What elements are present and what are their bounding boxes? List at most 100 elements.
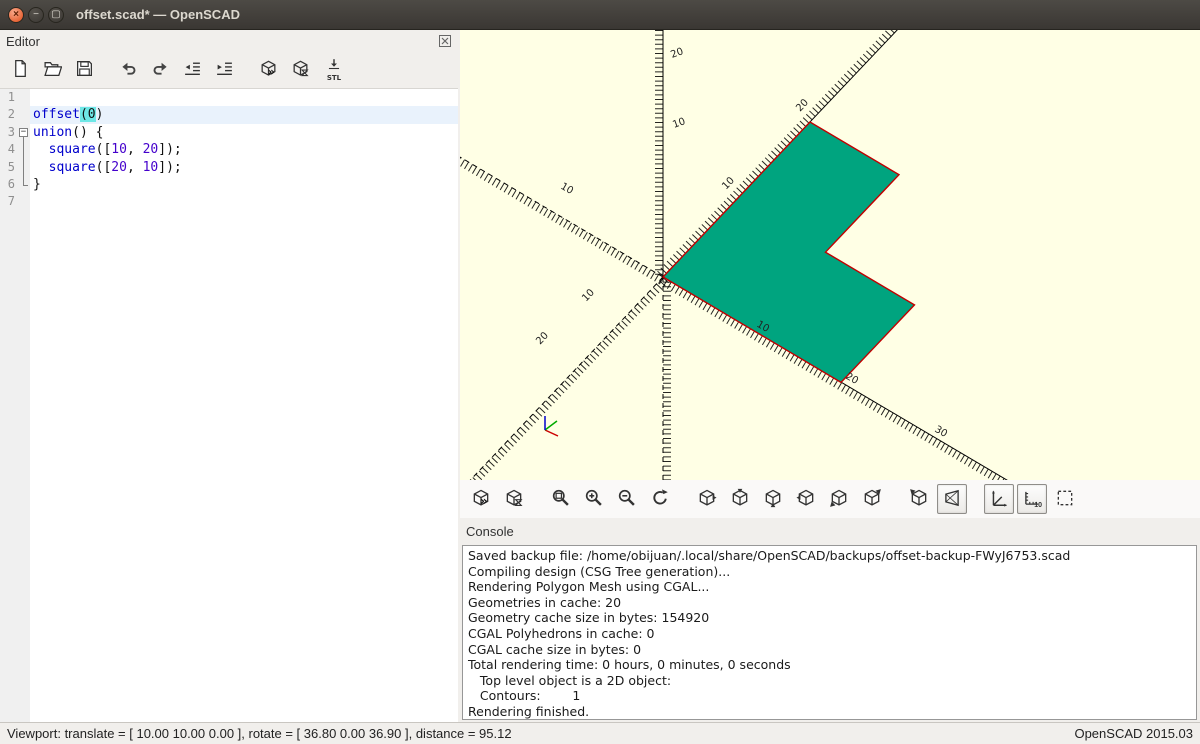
code-text: union() { bbox=[33, 124, 104, 140]
editor-panel: Editor » STL 1 2 offset(0) 3− union() {4 squ… bbox=[0, 30, 458, 722]
fold-marker-icon[interactable]: − bbox=[19, 127, 28, 137]
export-stl-button[interactable]: STL bbox=[318, 56, 350, 84]
show-axes-button[interactable] bbox=[984, 484, 1014, 514]
code-line[interactable]: 5 square([20, 10]); bbox=[0, 158, 458, 177]
view-back-button[interactable] bbox=[857, 484, 887, 514]
console-line: Top level object is a 2D object: bbox=[468, 672, 672, 688]
view-top-icon bbox=[730, 488, 750, 511]
console-dock-title: Console bbox=[466, 523, 514, 539]
export-stl-label: STL bbox=[326, 74, 342, 82]
zoom-out-button[interactable] bbox=[612, 484, 642, 514]
view-right-icon bbox=[697, 488, 717, 511]
vp-preview-button[interactable]: » bbox=[466, 484, 496, 514]
code-text: square([10, 20]); bbox=[48, 142, 182, 158]
editor-dock-header: Editor bbox=[0, 30, 458, 52]
line-number: 6 bbox=[7, 176, 15, 191]
view-front-icon bbox=[829, 488, 849, 511]
view-diagonal-button[interactable] bbox=[904, 484, 934, 514]
redo-icon bbox=[151, 59, 170, 81]
console-line: Geometries in cache: 20 bbox=[468, 594, 622, 610]
code-line[interactable]: 2 offset(0) bbox=[0, 106, 458, 124]
open-file-icon bbox=[43, 59, 62, 81]
view-left-button[interactable] bbox=[791, 484, 821, 514]
svg-text:»: » bbox=[267, 64, 275, 78]
view-right-button[interactable] bbox=[692, 484, 722, 514]
line-number: 1 bbox=[7, 90, 15, 104]
fold-margin bbox=[18, 158, 30, 177]
unindent-icon bbox=[183, 59, 202, 81]
editor-preview-button[interactable]: » bbox=[254, 56, 282, 84]
code-line[interactable]: 4 square([10, 20]); bbox=[0, 141, 458, 159]
vp-render-button[interactable] bbox=[499, 484, 529, 514]
show-crosshairs-icon bbox=[1055, 488, 1075, 511]
unindent-button[interactable] bbox=[178, 56, 206, 84]
right-panel: 10 20 30 10 20 10 20 10 10 20 » 10 Conso… bbox=[460, 30, 1200, 722]
undo-icon bbox=[119, 59, 138, 81]
console-line: Contours: 1 bbox=[468, 688, 581, 704]
console-line: Rendering Polygon Mesh using CGAL... bbox=[468, 579, 710, 595]
redo-button[interactable] bbox=[146, 56, 174, 84]
window-minimize-button[interactable]: − bbox=[28, 6, 44, 23]
indent-icon bbox=[215, 59, 234, 81]
viewport-toolbar: » 10 bbox=[460, 480, 1200, 518]
show-scale-markers-button[interactable]: 10 bbox=[1017, 484, 1047, 514]
console-dock-header: Console bbox=[460, 518, 514, 544]
editor-close-icon[interactable] bbox=[438, 34, 452, 48]
view-left-icon bbox=[796, 488, 816, 511]
reset-view-button[interactable] bbox=[645, 484, 675, 514]
code-line[interactable]: 3− union() { bbox=[0, 124, 458, 142]
code-text: } bbox=[33, 176, 41, 192]
console-line: Geometry cache size in bytes: 154920 bbox=[468, 610, 710, 626]
fold-margin bbox=[18, 106, 30, 123]
line-number: 7 bbox=[7, 194, 15, 209]
save-file-button[interactable] bbox=[70, 56, 98, 84]
view-top-button[interactable] bbox=[725, 484, 755, 514]
render-icon bbox=[504, 488, 524, 511]
scale-markers-label: 10 bbox=[1034, 502, 1042, 509]
viewport-3d[interactable]: 10 20 30 10 20 10 20 10 10 20 bbox=[460, 30, 1200, 480]
console-line: Saved backup file: /home/obijuan/.local/… bbox=[468, 548, 1071, 563]
code-line[interactable]: 1 bbox=[0, 89, 458, 106]
statusbar: Viewport: translate = [ 10.00 10.00 0.00… bbox=[0, 722, 1200, 744]
code-lines: 1 2 offset(0) 3− union() {4 square([10, 20])… bbox=[0, 89, 458, 211]
console-line: CGAL cache size in bytes: 0 bbox=[468, 641, 642, 657]
indent-button[interactable] bbox=[210, 56, 238, 84]
editor-toolbar: » STL bbox=[0, 52, 458, 88]
viewport-canvas[interactable]: 10 20 30 10 20 10 20 10 10 20 bbox=[460, 30, 1200, 480]
console-line: Total rendering time: 0 hours, 0 minutes… bbox=[468, 657, 791, 673]
new-file-button[interactable] bbox=[6, 56, 34, 84]
code-text: offset(0) bbox=[30, 106, 458, 124]
code-line[interactable]: 6} bbox=[0, 175, 458, 193]
perspective-button[interactable] bbox=[937, 484, 967, 514]
fold-margin bbox=[18, 175, 30, 193]
show-crosshairs-button[interactable] bbox=[1050, 484, 1080, 514]
undo-button[interactable] bbox=[114, 56, 142, 84]
console-lines: Saved backup file: /home/obijuan/.local/… bbox=[468, 548, 1191, 719]
open-file-button[interactable] bbox=[38, 56, 66, 84]
view-bottom-button[interactable] bbox=[758, 484, 788, 514]
fold-margin bbox=[18, 141, 30, 159]
window-close-button[interactable]: × bbox=[8, 6, 24, 23]
console-output[interactable]: Saved backup file: /home/obijuan/.local/… bbox=[462, 545, 1197, 720]
fold-margin bbox=[18, 89, 30, 106]
line-number: 5 bbox=[7, 159, 15, 174]
view-all-button[interactable] bbox=[546, 484, 576, 514]
view-front-button[interactable] bbox=[824, 484, 854, 514]
code-editor[interactable]: 1 2 offset(0) 3− union() {4 square([10, 20])… bbox=[0, 88, 458, 722]
code-line[interactable]: 7 bbox=[0, 193, 458, 210]
new-file-icon bbox=[11, 59, 30, 81]
fold-margin bbox=[18, 193, 30, 210]
titlebar[interactable]: × − ▢ offset.scad* — OpenSCAD bbox=[0, 0, 1200, 30]
window-maximize-button[interactable]: ▢ bbox=[48, 6, 64, 23]
editor-render-button[interactable] bbox=[286, 56, 314, 84]
window-controls: × − ▢ bbox=[8, 6, 64, 23]
view-back-icon bbox=[862, 488, 882, 511]
fold-margin[interactable]: − bbox=[18, 124, 30, 142]
line-number: 3 bbox=[7, 124, 15, 139]
zoom-in-button[interactable] bbox=[579, 484, 609, 514]
export-stl-icon bbox=[326, 58, 342, 75]
statusbar-version: OpenSCAD 2015.03 bbox=[1074, 726, 1193, 741]
view-all-icon bbox=[551, 488, 571, 511]
console-line: CGAL Polyhedrons in cache: 0 bbox=[468, 625, 655, 641]
view-bottom-icon bbox=[763, 488, 783, 511]
